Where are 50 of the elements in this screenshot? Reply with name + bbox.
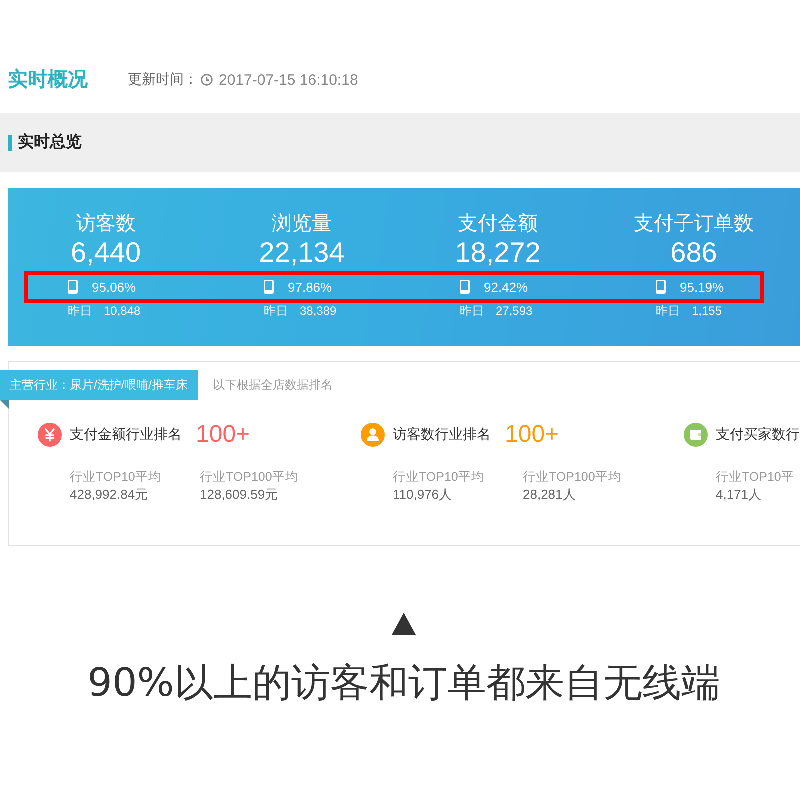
ranking-value: 100+ bbox=[196, 421, 250, 449]
caption: 90%以上的访客和订单都来自无线端 bbox=[88, 660, 720, 708]
section-title: 实时总览 bbox=[18, 132, 82, 153]
mobile-share: 92.42% bbox=[484, 280, 528, 294]
stat-label: 行业TOP100平均 bbox=[200, 469, 298, 486]
phone-icon bbox=[656, 280, 666, 294]
stat-value: 28,281人 bbox=[523, 486, 576, 504]
phone-icon bbox=[460, 280, 470, 294]
yesterday-label: 昨日 bbox=[460, 303, 484, 319]
ranking-note: 以下根据全店数据排名 bbox=[213, 377, 334, 394]
update-time: 2017-07-15 16:10:18 bbox=[219, 72, 358, 88]
stat-label: 行业TOP10平均 bbox=[393, 469, 484, 486]
phone-icon bbox=[68, 280, 78, 294]
stat-label: 行业TOP10平均 bbox=[70, 469, 162, 486]
mobile-share: 95.06% bbox=[92, 280, 136, 294]
yesterday-value: 10,848 bbox=[104, 303, 141, 319]
clock-icon bbox=[201, 74, 213, 86]
metric-label: 支付子订单数 bbox=[633, 212, 755, 236]
metric-label: 浏览量 bbox=[271, 212, 333, 236]
stat-label: 行业TOP10平 bbox=[716, 469, 794, 486]
stat-label: 行业TOP100平均 bbox=[523, 469, 622, 486]
metric-value: 6,440 bbox=[70, 236, 142, 270]
yesterday-label: 昨日 bbox=[264, 303, 288, 319]
yesterday-label: 昨日 bbox=[68, 303, 92, 319]
ranking-title: 支付买家数行 bbox=[716, 426, 800, 444]
ranking-title: 访客数行业排名 bbox=[393, 426, 491, 444]
mobile-share: 95.19% bbox=[680, 280, 724, 294]
ranking-title: 支付金额行业排名 bbox=[70, 426, 182, 444]
triangle-up-icon bbox=[392, 613, 416, 635]
stat-value: 428,992.84元 bbox=[70, 486, 148, 504]
phone-icon bbox=[264, 280, 274, 294]
yesterday-value: 27,593 bbox=[496, 303, 533, 319]
metric-value: 686 bbox=[670, 236, 718, 270]
stat-value: 128,609.59元 bbox=[200, 486, 278, 504]
metric-label: 支付金额 bbox=[457, 212, 539, 236]
update-label: 更新时间： bbox=[128, 71, 198, 89]
yesterday-value: 1,155 bbox=[692, 303, 722, 319]
mobile-share: 97.86% bbox=[288, 280, 332, 294]
yesterday-value: 38,389 bbox=[300, 303, 337, 319]
stat-value: 110,976人 bbox=[393, 486, 452, 504]
accent-bar bbox=[8, 134, 12, 150]
stat-value: 4,171人 bbox=[716, 486, 762, 504]
ribbon-fold bbox=[0, 400, 9, 409]
page-title: 实时概况 bbox=[8, 68, 88, 93]
ranking-value: 100+ bbox=[505, 421, 560, 449]
metric-value: 18,272 bbox=[454, 236, 542, 270]
industry-tag: 主营行业：尿片/洗护/喂哺/推车床 bbox=[0, 370, 198, 400]
metric-label: 访客数 bbox=[75, 212, 137, 236]
metric-value: 22,134 bbox=[258, 236, 346, 270]
yesterday-label: 昨日 bbox=[656, 303, 680, 319]
